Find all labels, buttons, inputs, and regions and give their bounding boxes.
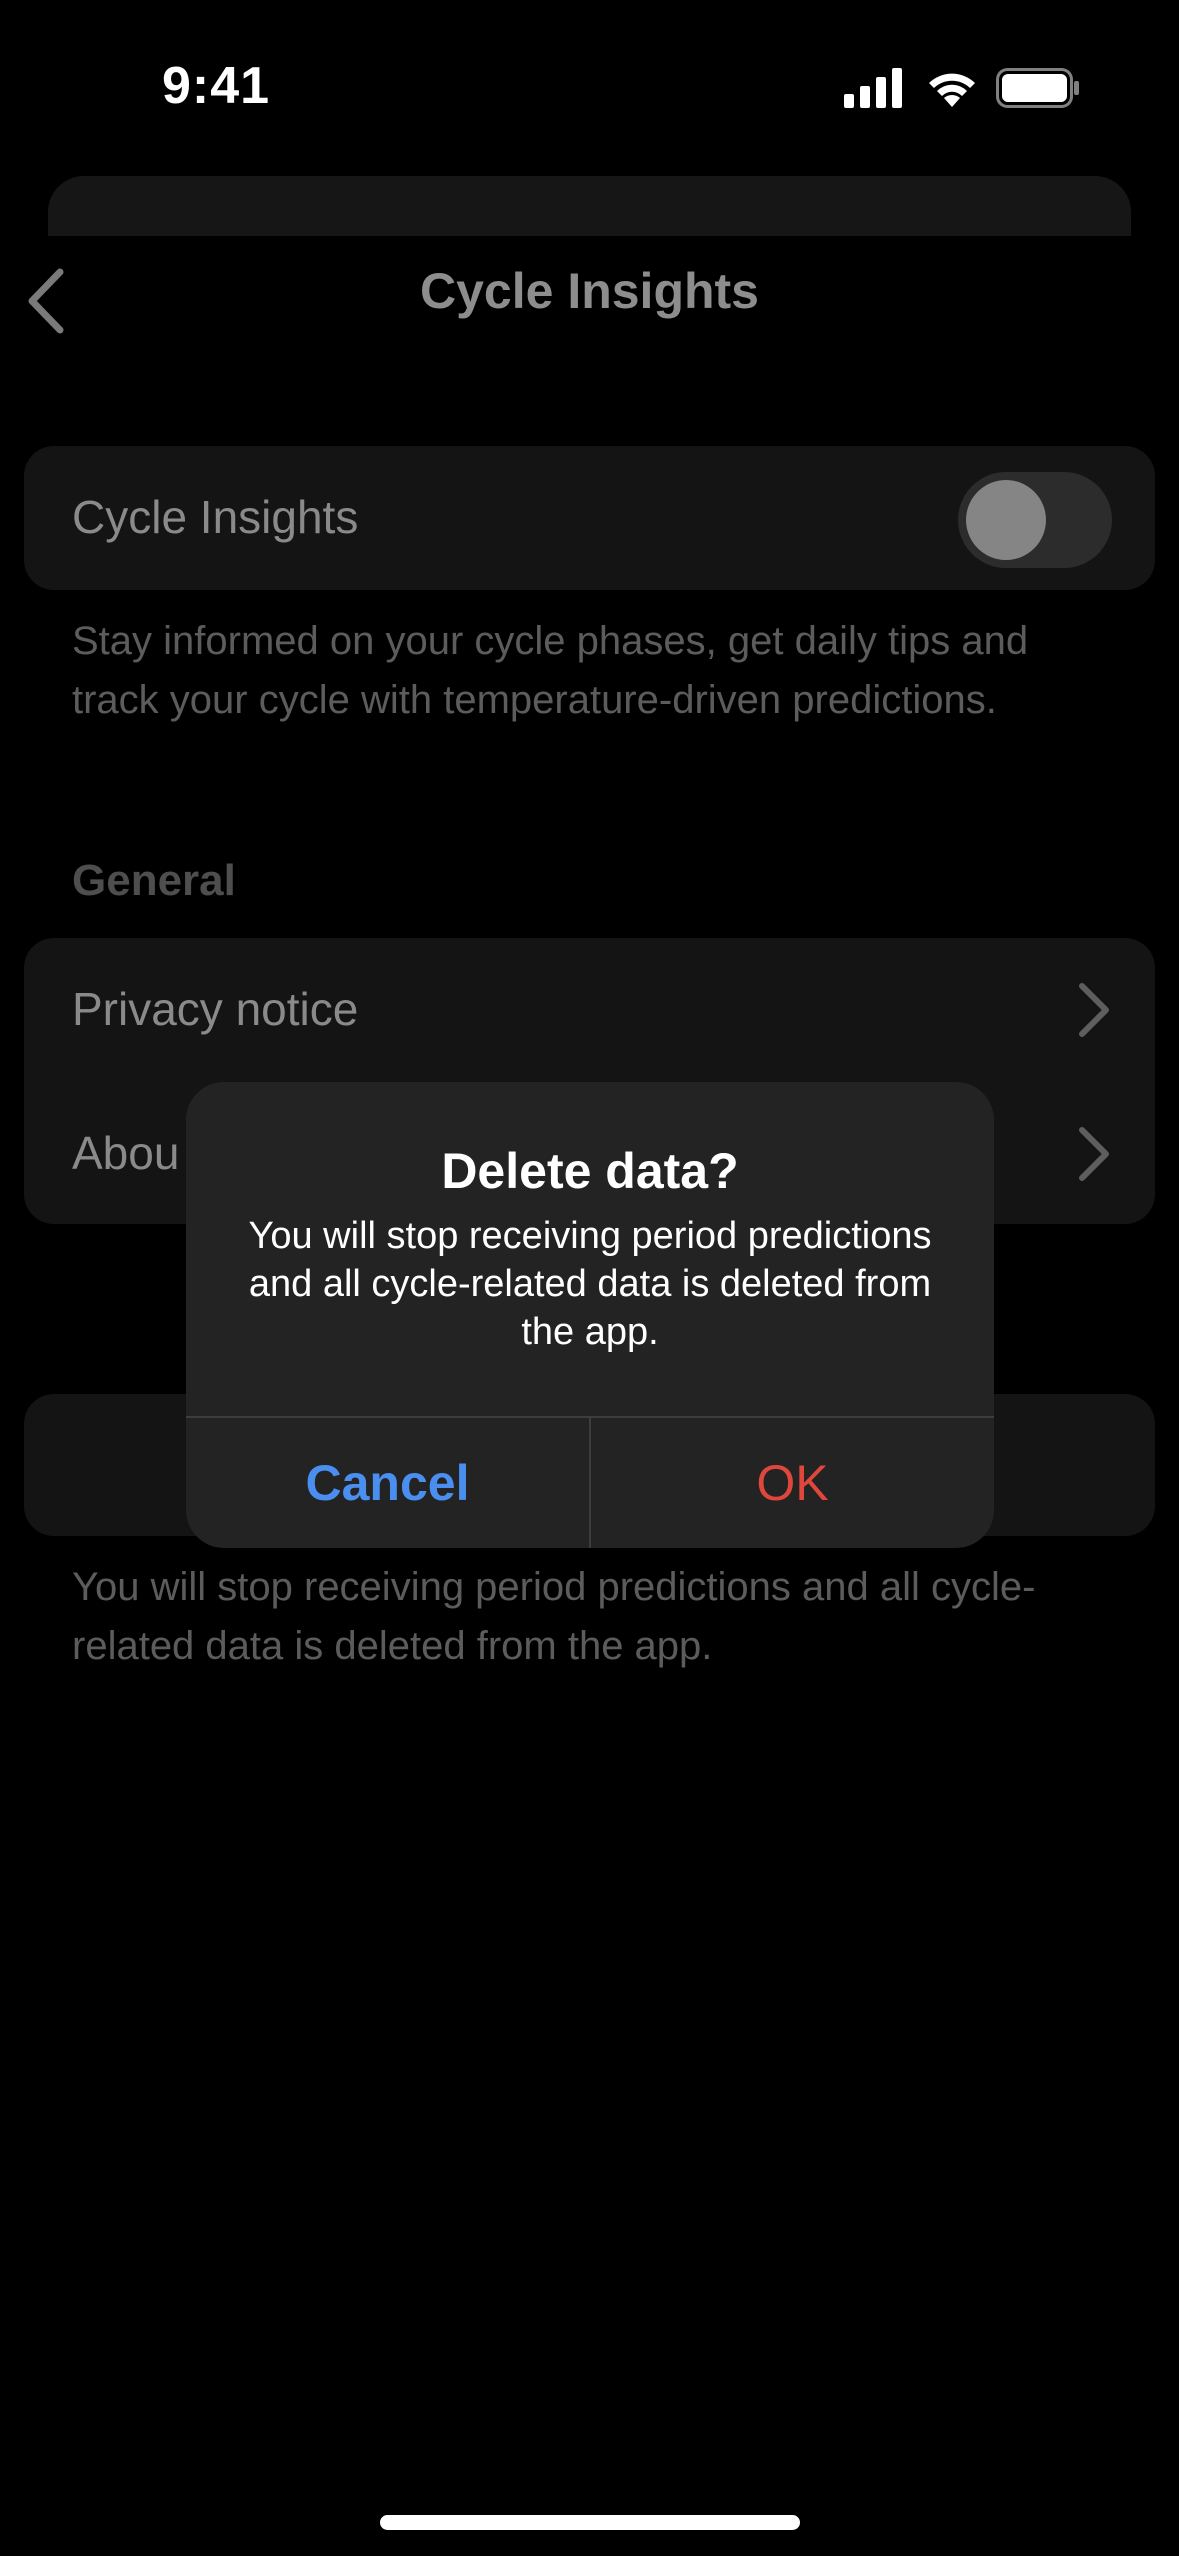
toggle-knob xyxy=(966,480,1046,560)
alert-title: Delete data? xyxy=(441,1143,739,1199)
page-title: Cycle Insights xyxy=(420,263,759,319)
cancel-button[interactable]: Cancel xyxy=(186,1418,589,1548)
status-icons xyxy=(844,66,1080,110)
status-time: 9:41 xyxy=(162,57,271,115)
cellular-signal-icon xyxy=(844,68,902,108)
delete-data-alert: Delete data? You will stop receiving per… xyxy=(186,1082,994,1548)
cycle-insights-toggle[interactable] xyxy=(958,472,1112,568)
chevron-right-icon xyxy=(1079,1127,1109,1181)
cycle-insights-description: Stay informed on your cycle phases, get … xyxy=(72,619,1029,722)
privacy-notice-label[interactable]: Privacy notice xyxy=(72,982,358,1036)
wifi-icon xyxy=(929,73,975,107)
general-heading: General xyxy=(72,856,236,905)
alert-message: You will stop receiving period predictio… xyxy=(248,1215,932,1353)
delete-data-description: You will stop receiving period predictio… xyxy=(72,1565,1036,1668)
ok-button[interactable]: OK xyxy=(591,1418,994,1548)
chevron-right-icon xyxy=(1079,983,1109,1037)
cycle-insights-label: Cycle Insights xyxy=(72,491,359,543)
about-label[interactable]: Abou xyxy=(72,1126,179,1180)
home-indicator[interactable] xyxy=(380,2515,800,2530)
battery-icon xyxy=(996,68,1079,108)
nav-bar: Cycle Insights xyxy=(0,206,1179,376)
